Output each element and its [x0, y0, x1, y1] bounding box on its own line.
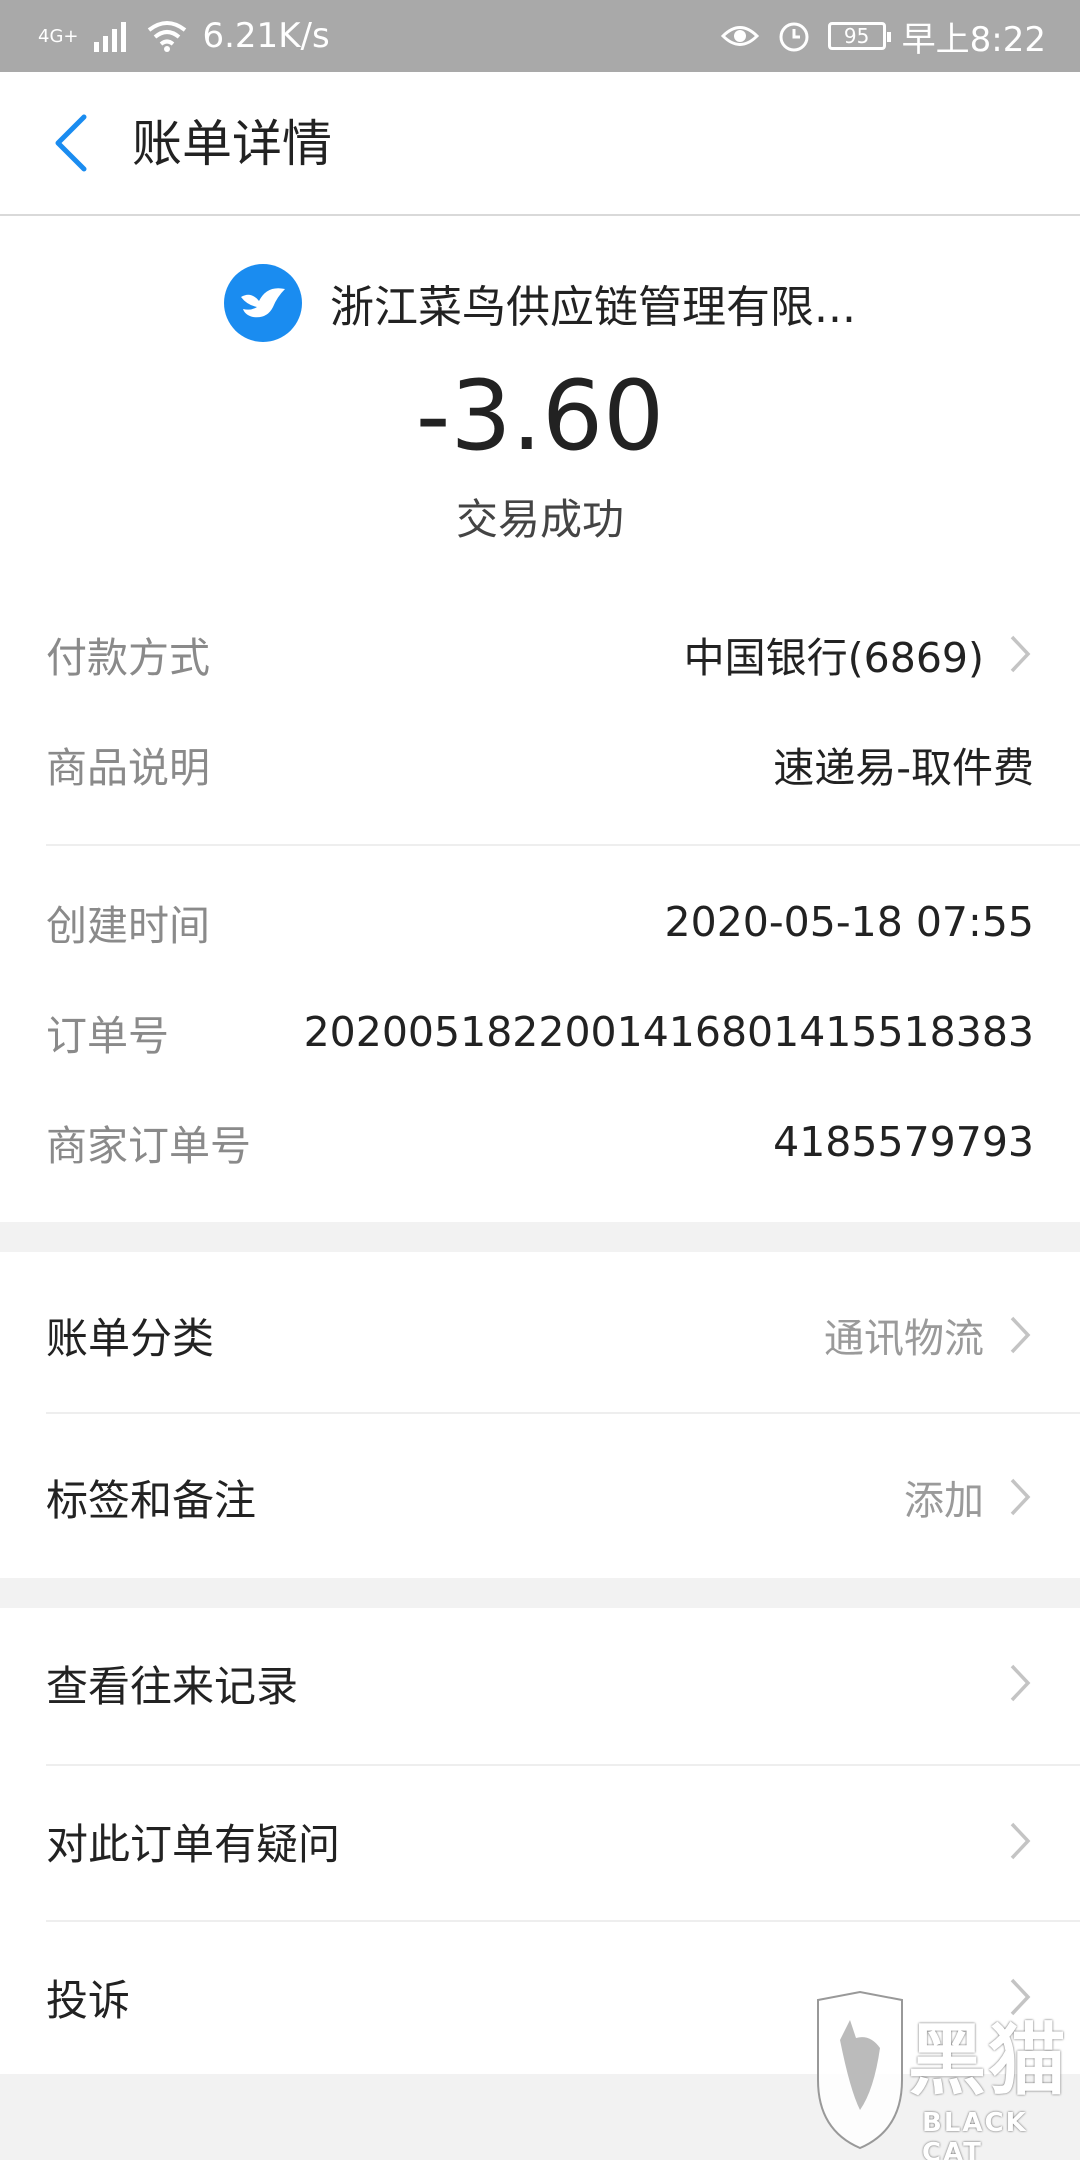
tags-notes-row[interactable]: 标签和备注 添加	[0, 1422, 1080, 1572]
wifi-icon	[148, 21, 187, 52]
bill-category-label: 账单分类	[46, 1313, 215, 1363]
created-time-row: 创建时间 2020-05-18 07:55	[46, 882, 1034, 962]
order-number-label: 订单号	[46, 1012, 169, 1060]
transaction-amount: -3.60	[415, 360, 665, 472]
battery-level: 95	[843, 24, 870, 48]
chevron-right-icon	[1010, 1664, 1031, 1702]
network-speed: 6.21K/s	[202, 16, 330, 56]
clock: 早上8:22	[901, 19, 1046, 60]
merchant-header: 浙江菜鸟供应链管理有限...	[0, 260, 1080, 346]
back-button[interactable]	[42, 110, 98, 176]
chevron-right-icon	[1010, 1316, 1031, 1354]
page-title: 账单详情	[132, 115, 332, 173]
item-description-label: 商品说明	[46, 744, 210, 792]
view-history-row[interactable]: 查看往来记录	[0, 1608, 1080, 1758]
payment-method-value: 中国银行(6869)	[683, 634, 984, 682]
black-cat-watermark: 黑猫 BLACK CAT	[810, 1990, 1080, 2160]
divider	[46, 844, 1080, 846]
item-description-row: 商品说明 速递易-取件费	[46, 724, 1034, 804]
network-indicator: 4G+	[38, 25, 79, 47]
merchant-logo	[224, 264, 303, 342]
order-question-row[interactable]: 对此订单有疑问	[0, 1766, 1080, 1916]
app-header: 账单详情	[0, 72, 1080, 216]
created-time-label: 创建时间	[46, 902, 210, 950]
tags-notes-label: 标签和备注	[46, 1475, 257, 1525]
payment-method-row[interactable]: 付款方式 中国银行(6869)	[46, 614, 1034, 694]
eye-icon	[720, 26, 759, 46]
transaction-status: 交易成功	[455, 495, 624, 544]
merchant-order-row: 商家订单号 4185579793	[46, 1102, 1034, 1182]
merchant-order-value: 4185579793	[773, 1118, 1034, 1166]
bill-category-value: 通讯物流	[824, 1316, 984, 1362]
order-number-value: 2020051822001416801415518383	[303, 1008, 1034, 1056]
payment-method-label: 付款方式	[46, 634, 210, 682]
order-number-row: 订单号 2020051822001416801415518383	[46, 992, 1034, 1072]
chevron-right-icon	[1010, 1478, 1031, 1516]
watermark-subtitle: BLACK CAT	[922, 2108, 1028, 2160]
created-time-value: 2020-05-18 07:55	[664, 898, 1034, 946]
signal-icon	[94, 22, 127, 52]
bill-category-row[interactable]: 账单分类 通讯物流	[0, 1260, 1080, 1410]
chevron-left-icon	[55, 114, 87, 172]
merchant-order-label: 商家订单号	[46, 1122, 251, 1170]
status-bar: 4G+ 6.21K/s 95 早上8:22	[0, 0, 1080, 72]
battery-icon: 95	[827, 22, 891, 50]
cat-shield-icon	[817, 1990, 903, 2150]
chevron-right-icon	[1010, 1822, 1031, 1860]
category-card: 账单分类 通讯物流 标签和备注 添加	[0, 1252, 1080, 1578]
watermark-title: 黑猫	[908, 2016, 1069, 2106]
alarm-icon	[779, 22, 809, 52]
view-history-label: 查看往来记录	[46, 1661, 299, 1711]
merchant-name: 浙江菜鸟供应链管理有限...	[330, 282, 856, 333]
complaint-label: 投诉	[46, 1975, 131, 2025]
item-description-value: 速递易-取件费	[773, 744, 1034, 792]
chevron-right-icon	[1010, 635, 1031, 673]
bird-icon	[241, 288, 286, 318]
divider	[46, 1412, 1080, 1414]
tags-notes-value: 添加	[904, 1478, 984, 1524]
order-question-label: 对此订单有疑问	[46, 1819, 341, 1869]
transaction-summary: 浙江菜鸟供应链管理有限... -3.60 交易成功 付款方式 中国银行(6869…	[0, 216, 1080, 1222]
